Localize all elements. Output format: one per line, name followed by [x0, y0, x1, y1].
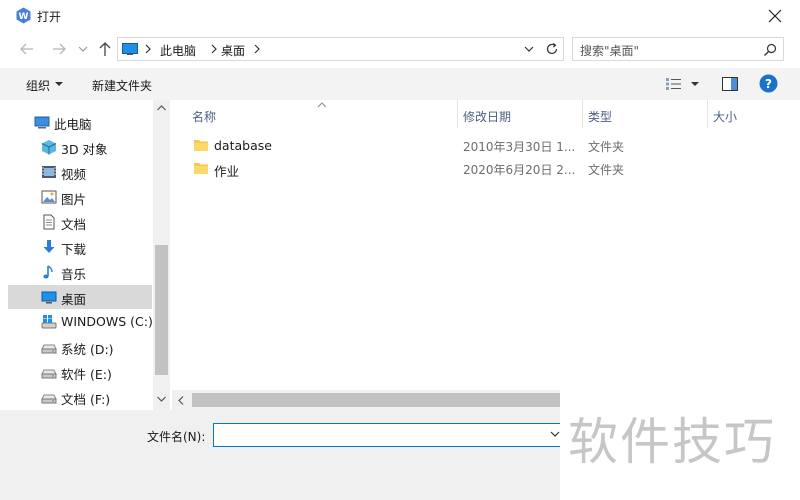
nav-item-drive-e[interactable]: 软件 (E:)	[8, 360, 152, 384]
column-header-size[interactable]: 大小	[713, 108, 737, 125]
nav-item-label: 下载	[61, 242, 87, 257]
nav-item-label: 系统 (D:)	[61, 342, 114, 357]
close-icon[interactable]	[762, 4, 788, 28]
column-divider[interactable]	[457, 100, 458, 128]
address-dropdown-icon[interactable]	[523, 43, 535, 55]
column-header-modified[interactable]: 修改日期	[463, 108, 511, 125]
help-icon[interactable]: ?	[759, 74, 778, 93]
nav-item-label: 文档 (F:)	[61, 392, 111, 407]
breadcrumb-chevron-icon[interactable]	[253, 42, 261, 56]
up-arrow-icon[interactable]	[96, 40, 114, 58]
breadcrumb-desktop[interactable]: 桌面	[221, 42, 245, 59]
nav-item-label: 此电脑	[54, 117, 92, 132]
view-options-icon[interactable]	[665, 77, 683, 91]
download-icon	[43, 240, 55, 253]
drive-icon	[41, 369, 57, 379]
nav-item-label: WINDOWS (C:)	[61, 314, 153, 329]
nav-item-label: 文档	[61, 217, 87, 232]
file-name: database	[214, 138, 272, 153]
nav-item-3d-objects[interactable]: 3D 对象	[8, 135, 152, 159]
watermark-text: 软件技巧	[568, 413, 776, 471]
column-divider[interactable]	[582, 100, 583, 128]
nav-item-label: 桌面	[61, 292, 87, 307]
back-arrow-icon[interactable]	[18, 40, 36, 58]
scroll-left-icon[interactable]	[177, 395, 185, 406]
window-title: 打开	[37, 10, 62, 24]
scroll-down-icon[interactable]	[156, 395, 167, 403]
new-folder-button[interactable]: 新建文件夹	[92, 77, 152, 94]
nav-item-desktop[interactable]: 桌面	[8, 285, 152, 309]
nav-item-drive-f[interactable]: 文档 (F:)	[8, 385, 152, 409]
nav-item-documents[interactable]: 文档	[8, 210, 152, 234]
file-type: 文件夹	[588, 140, 625, 154]
column-header-name[interactable]: 名称	[192, 108, 216, 125]
watermark: 软件技巧	[560, 382, 800, 500]
document-icon	[43, 214, 55, 230]
organize-button[interactable]: 组织	[26, 77, 50, 94]
drive-icon	[41, 344, 57, 354]
nav-item-pictures[interactable]: 图片	[8, 185, 152, 209]
nav-item-videos[interactable]: 视频	[8, 160, 152, 184]
video-icon	[42, 166, 56, 178]
forward-arrow-icon[interactable]	[50, 40, 68, 58]
desktop-icon	[41, 291, 57, 304]
nav-item-label: 视频	[61, 167, 87, 182]
scroll-up-icon[interactable]	[156, 104, 167, 112]
search-icon[interactable]	[763, 43, 777, 57]
folder-icon	[194, 140, 208, 151]
wps-app-icon: W	[16, 7, 31, 24]
scrollbar-thumb[interactable]	[192, 393, 562, 407]
nav-item-label: 3D 对象	[61, 142, 108, 157]
file-type: 文件夹	[588, 163, 625, 177]
desktop-icon	[122, 43, 138, 55]
preview-pane-icon[interactable]	[722, 77, 738, 91]
column-header-type[interactable]: 类型	[588, 108, 612, 125]
file-modified: 2010年3月30日 1...	[463, 140, 576, 154]
file-row-database[interactable]: database 2010年3月30日 1... 文件夹	[172, 135, 772, 157]
navigation-pane: 此电脑 3D 对象 视频 图片 文档 下载 音乐 桌面 WINDOWS (C:)…	[0, 100, 172, 410]
file-list: 名称 修改日期 类型 大小 database 2010年3月30日 1... 文…	[172, 100, 800, 410]
folder-icon	[194, 163, 208, 174]
svg-text:W: W	[19, 12, 29, 22]
file-row-homework[interactable]: 作业 2020年6月20日 2... 文件夹	[172, 158, 772, 180]
windows-drive-icon	[41, 315, 57, 329]
column-divider[interactable]	[707, 100, 708, 128]
filename-input[interactable]	[213, 423, 568, 447]
address-bar[interactable]: 此电脑 桌面	[117, 37, 542, 61]
nav-item-this-pc[interactable]: 此电脑	[8, 110, 152, 134]
nav-item-label: 音乐	[61, 267, 87, 282]
refresh-icon	[546, 43, 558, 55]
filename-label: 文件名(N):	[147, 430, 206, 444]
svg-text:?: ?	[765, 77, 772, 91]
command-bar: 组织 新建文件夹 ?	[0, 68, 800, 100]
music-icon	[43, 265, 53, 279]
picture-icon	[41, 190, 57, 204]
nav-item-drive-d[interactable]: 系统 (D:)	[8, 335, 152, 359]
nav-item-label: 图片	[61, 192, 87, 207]
nav-item-label: 软件 (E:)	[61, 367, 112, 382]
breadcrumb-this-pc[interactable]: 此电脑	[160, 42, 196, 59]
nav-item-music[interactable]: 音乐	[8, 260, 152, 284]
organize-dropdown-icon[interactable]	[55, 80, 63, 88]
recent-locations-chevron-icon[interactable]	[77, 40, 89, 58]
nav-item-windows-c[interactable]: WINDOWS (C:)	[8, 310, 153, 334]
scrollbar-thumb[interactable]	[155, 245, 168, 375]
breadcrumb-chevron-icon[interactable]	[210, 42, 218, 56]
cube-icon	[41, 140, 57, 155]
refresh-button[interactable]	[541, 37, 564, 61]
file-modified: 2020年6月20日 2...	[463, 163, 576, 177]
title-bar: W 打开	[0, 0, 800, 32]
breadcrumb-chevron-icon[interactable]	[144, 42, 152, 56]
computer-icon	[34, 116, 50, 129]
view-dropdown-icon[interactable]	[691, 80, 699, 88]
search-input[interactable]: 搜索"桌面"	[572, 37, 784, 61]
search-placeholder: 搜索"桌面"	[580, 44, 640, 58]
file-name: 作业	[214, 164, 240, 179]
nav-item-downloads[interactable]: 下载	[8, 235, 152, 259]
sort-ascending-icon	[317, 102, 327, 108]
nav-scrollbar[interactable]	[153, 100, 170, 410]
drive-icon	[41, 394, 57, 404]
